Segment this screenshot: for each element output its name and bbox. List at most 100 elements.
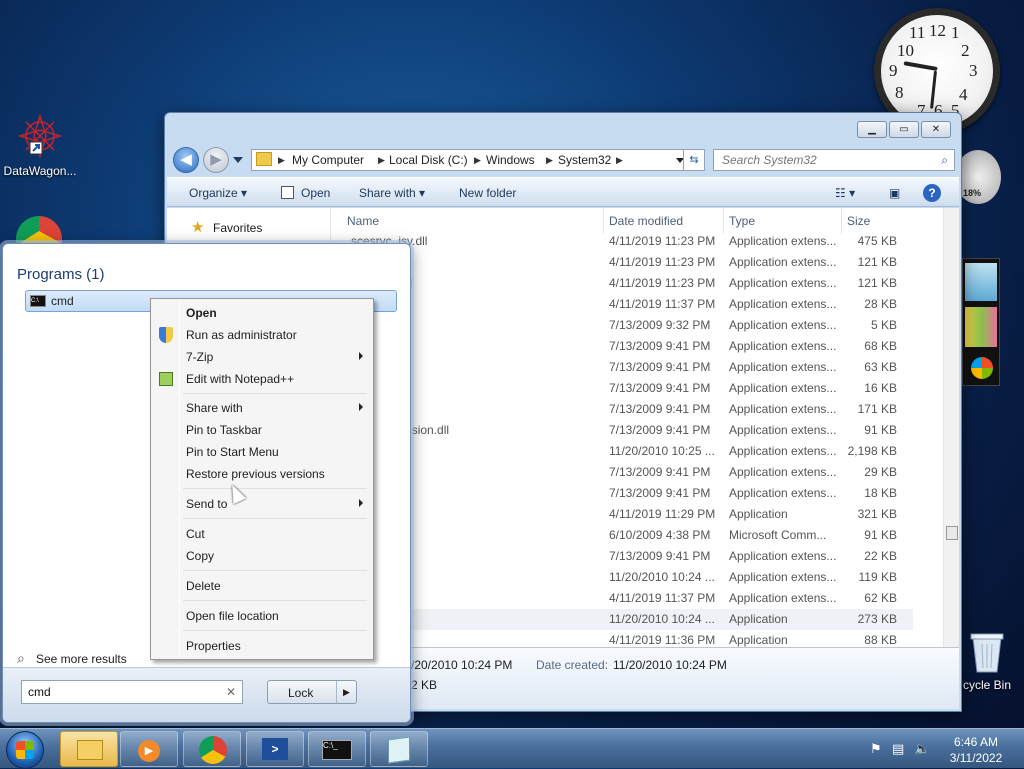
- table-row[interactable]: 4/11/2019 11:29 PM Application 321 KB: [333, 504, 913, 525]
- recent-pages-dropdown[interactable]: [233, 157, 243, 163]
- start-button[interactable]: [6, 731, 44, 769]
- menu-restore-versions[interactable]: Restore previous versions: [153, 463, 371, 485]
- cell-date: 7/13/2009 9:41 PM: [609, 402, 711, 416]
- volume-icon[interactable]: 🔈: [914, 741, 930, 757]
- cell-date: 7/13/2009 9:41 PM: [609, 549, 711, 563]
- scrollbar-thumb[interactable]: [946, 526, 958, 540]
- see-more-results-link[interactable]: See more results: [36, 652, 127, 666]
- chrome-desktop-icon[interactable]: [16, 216, 62, 246]
- lock-button[interactable]: Lock ▶: [267, 680, 357, 704]
- menu-share-with[interactable]: Share with: [153, 397, 371, 419]
- desktop-icon-datawagon[interactable]: DataWagon...: [0, 112, 80, 178]
- table-row[interactable]: .dll7/13/2009 9:41 PMApplication extens.…: [333, 462, 913, 483]
- menu-delete[interactable]: Delete: [153, 575, 371, 597]
- breadcrumb-system32[interactable]: System32: [558, 153, 611, 167]
- column-header-date[interactable]: Date modified: [609, 214, 683, 228]
- view-options-icon[interactable]: ☷ ▾: [835, 186, 855, 200]
- close-button[interactable]: ✕: [921, 121, 951, 138]
- file-list-scrollbar[interactable]: [943, 208, 959, 647]
- taskbar[interactable]: ▶ > C:\_ ⚑ ▤ 🔈 6:46 AM 3/11/2022: [0, 728, 1024, 769]
- table-row[interactable]: _ssp_isv.dll4/11/2019 11:23 PMApplicatio…: [333, 273, 913, 294]
- table-row[interactable]: Cpl.dll11/20/2010 10:25 ...Application e…: [333, 441, 913, 462]
- menu-run-as-administrator[interactable]: Run as administrator: [153, 324, 371, 346]
- breadcrumb-local-disk[interactable]: Local Disk (C:): [389, 153, 468, 167]
- column-header-type[interactable]: Type: [729, 214, 755, 228]
- uac-shield-icon: [159, 327, 173, 343]
- search-icon: ⌕: [941, 153, 948, 167]
- refresh-button[interactable]: ⇆: [683, 149, 705, 171]
- start-search-box[interactable]: ✕: [21, 680, 243, 704]
- taskbar-powershell[interactable]: >: [246, 731, 304, 767]
- table-row[interactable]: scesrvc_isv.dll 4/11/2019 11:23 PM Applica…: [333, 231, 913, 252]
- media-player-icon: ▶: [138, 740, 160, 762]
- menu-pin-start[interactable]: Pin to Start Menu: [153, 441, 371, 463]
- lock-options-arrow[interactable]: ▶: [336, 681, 356, 703]
- notepad-plus-icon: [159, 372, 173, 386]
- share-with-button[interactable]: Share with ▾: [359, 186, 425, 200]
- table-row[interactable]: dll7/13/2009 9:32 PMApplication extens..…: [333, 315, 913, 336]
- nav-favorites[interactable]: Favorites: [213, 221, 262, 235]
- table-row[interactable]: ClassExtension.dll7/13/2009 9:41 PMAppli…: [333, 420, 913, 441]
- new-folder-button[interactable]: New folder: [459, 186, 516, 200]
- menu-pin-taskbar[interactable]: Pin to Taskbar: [153, 419, 371, 441]
- table-row[interactable]: dll4/11/2019 11:37 PMApplication extens.…: [333, 294, 913, 315]
- taskbar-notepad[interactable]: [370, 731, 428, 767]
- menu-send-to[interactable]: Send to: [153, 493, 371, 515]
- submenu-arrow-icon: [359, 352, 363, 360]
- menu-edit-notepad[interactable]: Edit with Notepad++: [153, 368, 371, 390]
- search-box[interactable]: ⌕: [713, 149, 955, 171]
- forward-button[interactable]: ▶: [203, 147, 229, 173]
- action-center-flag-icon[interactable]: ⚑: [870, 741, 882, 757]
- address-bar[interactable]: ▶ My Computer ▶ Local Disk (C:) ▶ Window…: [251, 149, 693, 171]
- clear-search-icon[interactable]: ✕: [226, 685, 236, 699]
- table-row[interactable]: Api.dll7/13/2009 9:41 PMApplication exte…: [333, 399, 913, 420]
- menu-open-file-location[interactable]: Open file location: [153, 605, 371, 627]
- column-header-name[interactable]: Name: [347, 214, 379, 228]
- menu-properties[interactable]: Properties: [153, 635, 371, 657]
- cell-size: 29 KB: [864, 465, 897, 479]
- organize-button[interactable]: Organize ▾: [189, 186, 247, 200]
- breadcrumb-my-computer[interactable]: My Computer: [292, 153, 364, 167]
- cmd-icon: C:\: [30, 295, 46, 307]
- start-search-input[interactable]: [26, 682, 216, 702]
- table-row[interactable]: dll7/13/2009 9:41 PMApplication extens..…: [333, 378, 913, 399]
- back-button[interactable]: ◀: [173, 147, 199, 173]
- cell-size: 475 KB: [857, 234, 897, 248]
- taskbar-cmd[interactable]: C:\_: [308, 731, 366, 767]
- slideshow-gadget[interactable]: [962, 258, 1000, 386]
- table-row[interactable]: ocale.dll4/11/2019 11:37 PMApplication e…: [333, 588, 913, 609]
- menu-open[interactable]: Open: [153, 302, 371, 324]
- search-input[interactable]: [720, 151, 930, 169]
- recycle-bin-icon: [969, 630, 1005, 674]
- table-row[interactable]: dll7/13/2009 9:41 PMApplication extens..…: [333, 483, 913, 504]
- table-row[interactable]: 7/13/2009 9:41 PM Application extens... 63…: [333, 357, 913, 378]
- context-menu[interactable]: Open Run as administrator 7-Zip Edit wit…: [150, 298, 374, 660]
- taskbar-media-player[interactable]: ▶: [120, 731, 178, 767]
- table-row[interactable]: .dll11/20/2010 10:24 ...Application exte…: [333, 567, 913, 588]
- table-row[interactable]: _ssp.dll4/11/2019 11:23 PMApplication ex…: [333, 252, 913, 273]
- cell-size: 63 KB: [864, 360, 897, 374]
- help-icon[interactable]: ?: [923, 184, 941, 202]
- preview-pane-icon[interactable]: ▣: [889, 186, 900, 200]
- menu-copy[interactable]: Copy: [153, 545, 371, 567]
- open-button[interactable]: Open: [301, 186, 330, 200]
- maximize-button[interactable]: ▭: [889, 121, 919, 138]
- submenu-arrow-icon: [359, 403, 363, 411]
- taskbar-chrome[interactable]: [183, 731, 241, 767]
- column-header-size[interactable]: Size: [847, 214, 870, 228]
- breadcrumb-windows[interactable]: Windows: [486, 153, 535, 167]
- clock-tray[interactable]: 6:46 AM 3/11/2022: [934, 734, 1018, 766]
- meter-value: 18%: [963, 188, 982, 198]
- table-row[interactable]: v.dll7/13/2009 9:41 PMApplication extens…: [333, 546, 913, 567]
- network-icon[interactable]: ▤: [892, 741, 904, 757]
- file-list[interactable]: Name Date modified Type Size scesrvc_isv…: [333, 208, 943, 647]
- table-row[interactable]: 11/20/2010 10:24 ... Application 273 KB: [333, 609, 913, 630]
- menu-cut[interactable]: Cut: [153, 523, 371, 545]
- taskbar-explorer[interactable]: [60, 731, 118, 767]
- table-row[interactable]: 6/10/2009 4:38 PM Microsoft Comm... 91 KB: [333, 525, 913, 546]
- system-tray[interactable]: ⚑ ▤ 🔈 6:46 AM 3/11/2022: [864, 729, 1024, 769]
- table-row[interactable]: il.dll7/13/2009 9:41 PMApplication exten…: [333, 336, 913, 357]
- minimize-button[interactable]: ▁: [857, 121, 887, 138]
- detail-modified: /20/2010 10:24 PM: [411, 658, 513, 672]
- menu-7zip[interactable]: 7-Zip: [153, 346, 371, 368]
